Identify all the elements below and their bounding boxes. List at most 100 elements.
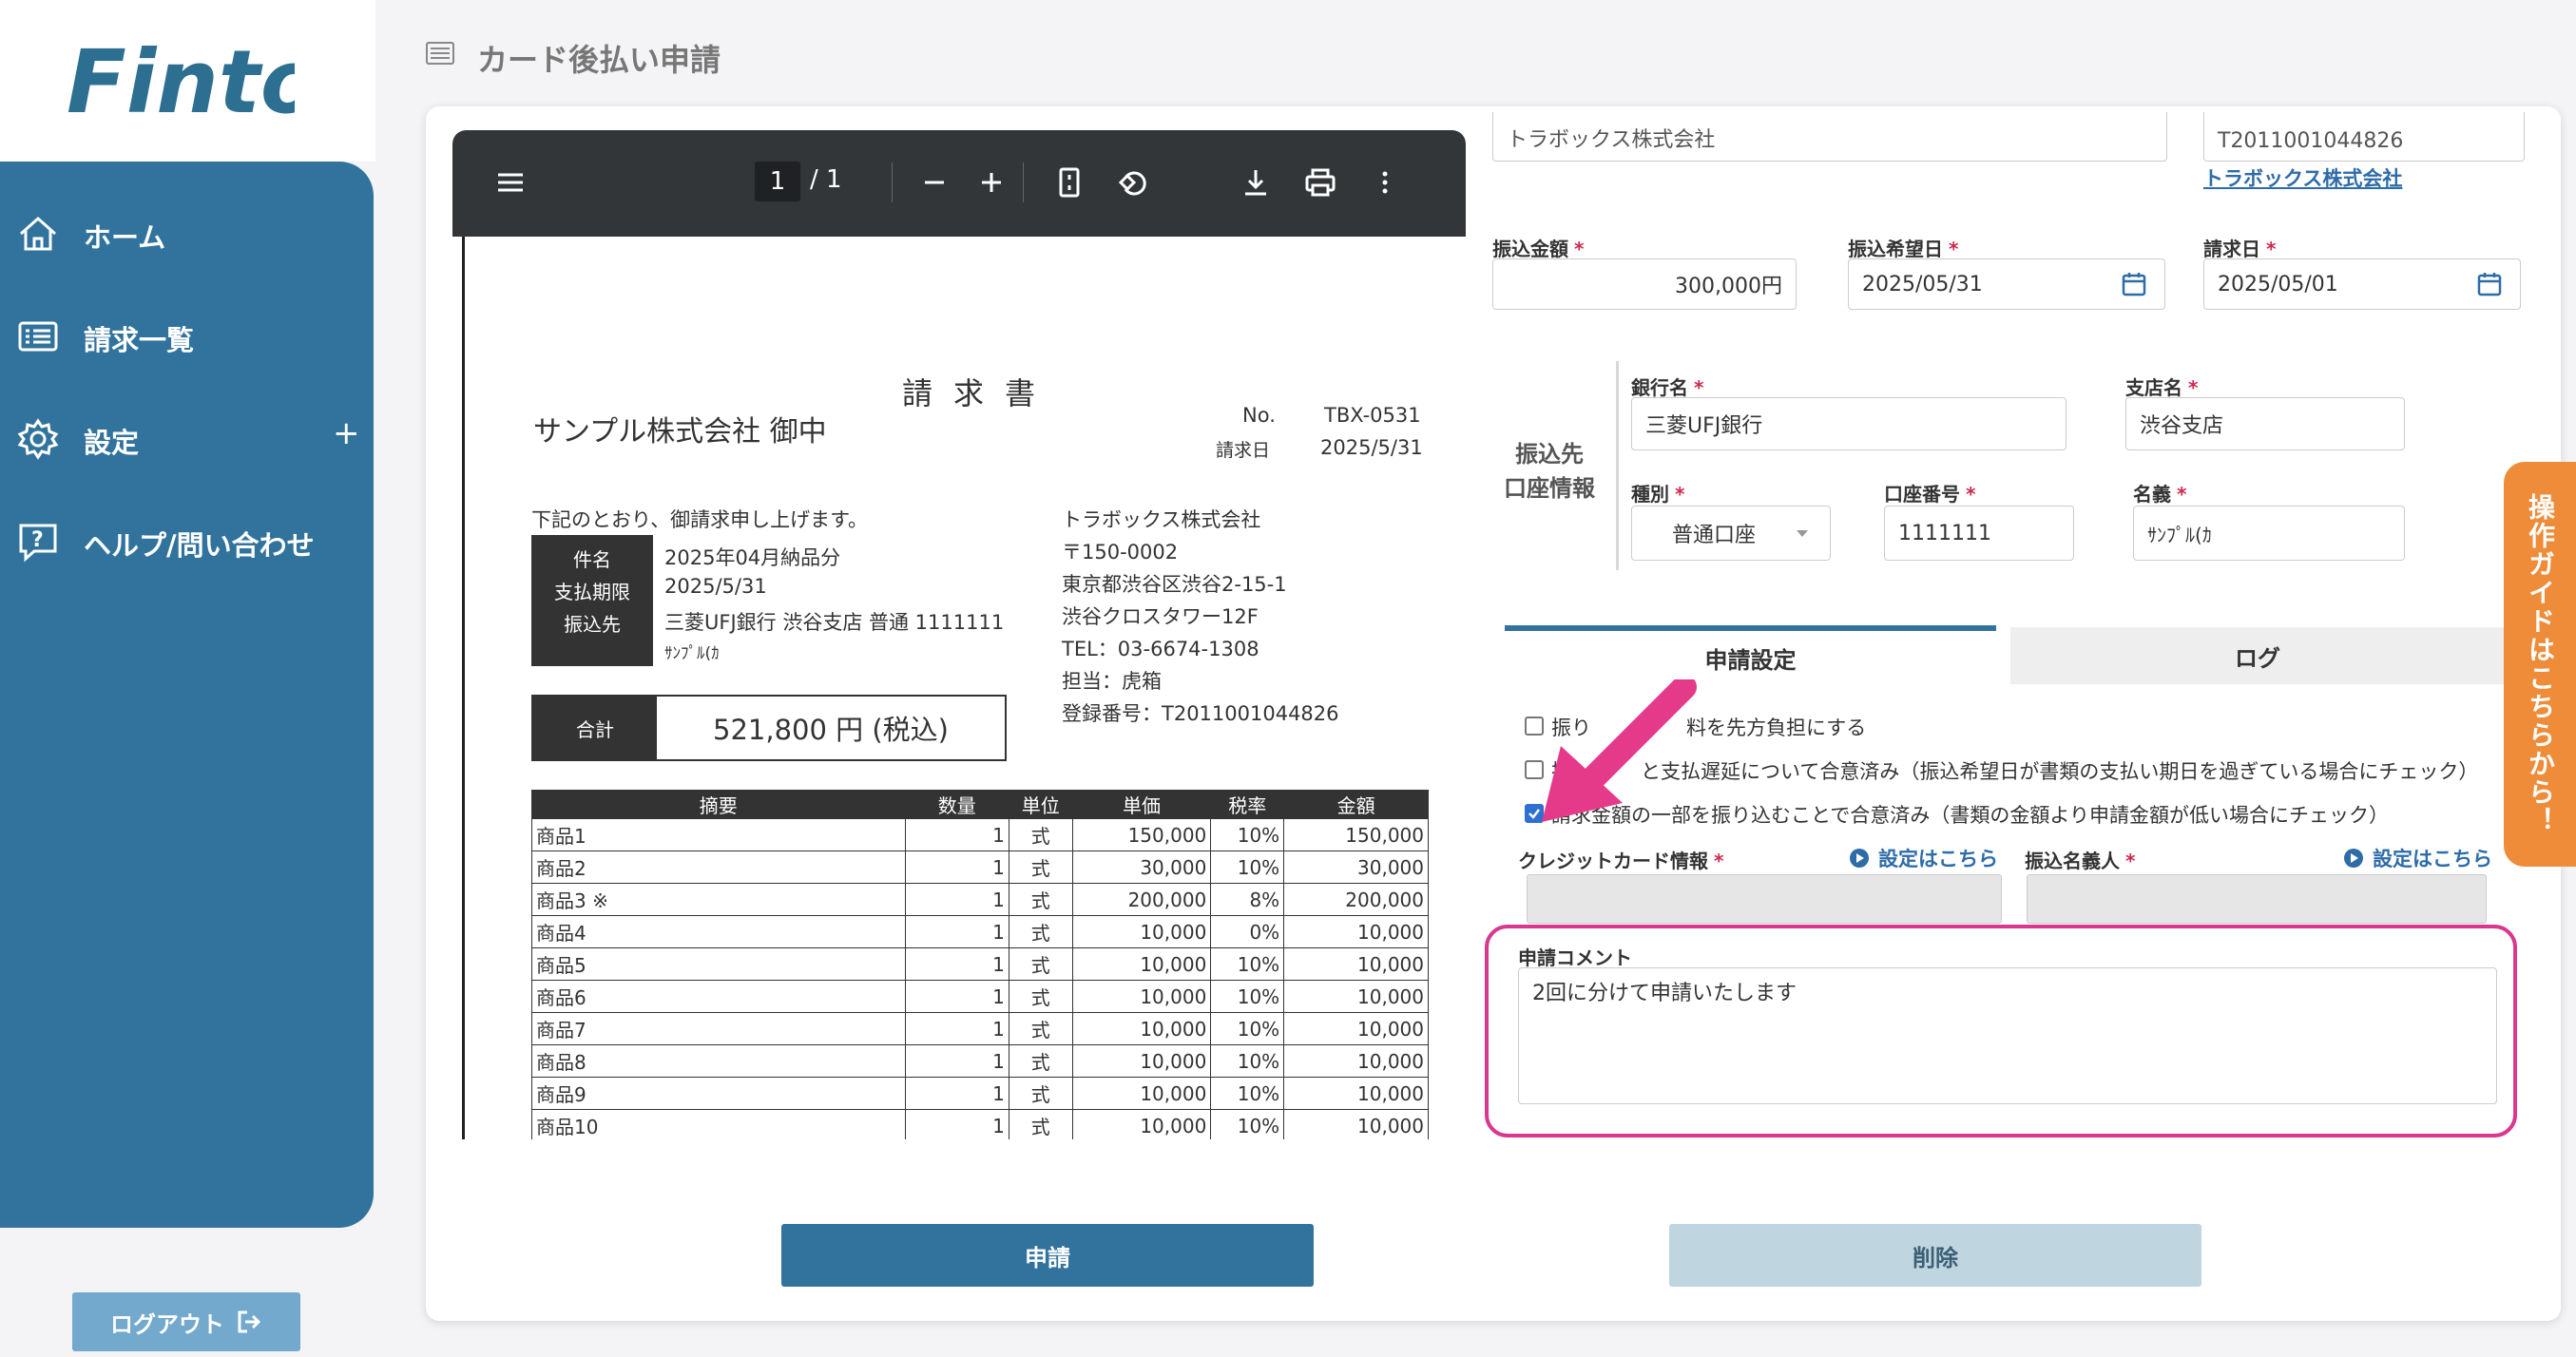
column-header: 摘要 (531, 790, 906, 819)
cell: 商品2 (531, 851, 906, 884)
invoice-recipient: サンプル株式会社 御中 (533, 415, 827, 449)
toolbar-divider (1023, 162, 1024, 202)
gear-icon (17, 418, 59, 460)
logout-button[interactable]: ログアウト (72, 1292, 300, 1351)
print-icon[interactable] (1302, 164, 1338, 201)
more-options-icon[interactable] (1367, 164, 1403, 201)
issuer-line: 登録番号：T2011001044826 (1062, 702, 1339, 725)
cell: 10% (1210, 851, 1285, 884)
cell: 200,000 (1071, 883, 1212, 916)
total-value: 521,800 円 (税込) (713, 714, 949, 746)
branch-label: 支店名 * (2125, 376, 2199, 399)
finto-logo[interactable]: Finto (67, 19, 295, 124)
menu-icon[interactable] (492, 164, 529, 201)
account-type-select[interactable]: 普通口座 (1631, 506, 1831, 561)
bank-input[interactable]: 三菱UFJ銀行 (1631, 397, 2067, 450)
cell: 式 (1008, 1044, 1073, 1078)
table-row: 商品1 1 式 150,000 10% 150,000 (531, 818, 1429, 851)
cell: 1 (904, 818, 1009, 851)
registration-number-field[interactable]: T2011001044826 (2203, 112, 2525, 162)
cell: 商品8 (531, 1044, 906, 1078)
registered-company-link[interactable]: トラボックス株式会社 (2203, 163, 2402, 192)
transfer-name-field[interactable] (2027, 874, 2487, 924)
cell: 200,000 (1283, 883, 1429, 916)
help-icon: ? (19, 524, 57, 563)
sidebar-item-settings[interactable]: 設定 + (0, 405, 374, 471)
cell: 8% (1210, 883, 1285, 916)
table-row: 商品5 1 式 10,000 10% 10,000 (531, 947, 1429, 981)
credit-card-settings-link[interactable]: 設定はこちら (1850, 844, 1998, 872)
account-number-input[interactable]: 1111111 (1884, 506, 2074, 561)
cell: 0% (1210, 915, 1285, 948)
sidebar-item-home[interactable]: ホーム (0, 200, 374, 266)
pdf-viewer[interactable]: 1 / 1 請求書 サンプル株式会社 御中 No. TBX-0531 請求日 2… (452, 130, 1466, 1139)
credit-card-field[interactable] (1527, 874, 2002, 924)
cell: 10,000 (1283, 1044, 1429, 1078)
invoice-date-label: 請求日 (1216, 440, 1271, 461)
account-section-text: 振込先 口座情報 (1504, 441, 1595, 502)
tab-log[interactable]: ログ (2010, 627, 2505, 684)
info-extra: ｻﾝﾌﾟﾙ(ｶ (664, 644, 720, 663)
cell: 1 (904, 1012, 1009, 1045)
page-total: / 1 (810, 165, 842, 194)
cell: 10,000 (1071, 915, 1212, 948)
table-row: 商品3 ※ 1 式 200,000 8% 200,000 (531, 883, 1429, 916)
invoice-date-input[interactable]: 2025/05/01 (2203, 258, 2521, 310)
desired-date-input[interactable]: 2025/05/31 (1848, 258, 2165, 310)
cell: 1 (904, 1077, 1009, 1110)
invoice-title: 請求書 (902, 375, 1057, 411)
comment-textarea[interactable]: 2回に分けて申請いたします (1518, 967, 2497, 1104)
logout-label: ログアウト (110, 1310, 224, 1338)
sidebar-item-invoices[interactable]: 請求一覧 (0, 302, 374, 369)
rotate-icon[interactable] (1116, 164, 1152, 201)
download-icon[interactable] (1238, 164, 1274, 201)
zoom-out-icon[interactable] (916, 164, 952, 201)
logo-area: Finto (0, 0, 375, 162)
account-number-label: 口座番号 * (1884, 483, 1976, 506)
pdf-toolbar: 1 / 1 (452, 130, 1466, 237)
cell: 1 (904, 851, 1009, 884)
zoom-in-icon[interactable] (973, 164, 1009, 201)
cell: 式 (1008, 1012, 1073, 1045)
expand-icon[interactable]: + (333, 414, 360, 452)
branch-input[interactable]: 渋谷支店 (2125, 397, 2405, 450)
logout-icon (238, 1310, 261, 1333)
credit-card-label: クレジットカード情報 * (1518, 850, 1724, 872)
cell: 10,000 (1071, 1012, 1212, 1045)
apply-button[interactable]: 申請 (781, 1224, 1314, 1287)
invoice-no-label: No. (1242, 404, 1276, 427)
calendar-icon[interactable] (2476, 271, 2503, 297)
cell: 10% (1210, 1077, 1285, 1110)
holder-input[interactable]: ｻﾝﾌﾟﾙ(ｶ (2133, 506, 2405, 561)
cell: 10% (1210, 980, 1285, 1013)
amount-input[interactable]: 300,000円 (1492, 258, 1797, 310)
svg-text:Finto: Finto (67, 31, 295, 124)
operation-guide-tab[interactable]: 操作ガイドはこちらから！ (2504, 462, 2576, 867)
payee-name-field[interactable]: トラボックス株式会社 (1492, 112, 2167, 162)
column-header: 数量 (904, 790, 1009, 819)
table-row: 商品8 1 式 10,000 10% 10,000 (531, 1044, 1429, 1078)
delete-button[interactable]: 削除 (1669, 1224, 2201, 1287)
calendar-icon[interactable] (2121, 271, 2147, 297)
cell: 1 (904, 1044, 1009, 1078)
sidebar-item-help[interactable]: ? ヘルプ/問い合わせ (0, 507, 374, 574)
issuer-line: TEL：03-6674-1308 (1062, 638, 1259, 660)
cell: 10,000 (1283, 1109, 1429, 1139)
transfer-name-settings-link[interactable]: 設定はこちら (2344, 844, 2492, 872)
cell: 式 (1008, 1109, 1073, 1139)
tab-settings[interactable]: 申請設定 (1505, 631, 1996, 684)
cell: 商品6 (531, 980, 906, 1013)
invoice-date-value: 2025/5/31 (1320, 436, 1423, 459)
play-icon (2344, 849, 2363, 868)
page-number-input[interactable]: 1 (755, 162, 800, 201)
invoice-info-labels: 件名 支払期限 振込先 (531, 535, 653, 666)
cell: 10% (1210, 1109, 1285, 1139)
info-value: 2025年04月納品分 (664, 546, 841, 569)
cell: 10,000 (1071, 980, 1212, 1013)
invoice-intro: 下記のとおり、御請求申し上げます。 (531, 508, 869, 531)
cell: 商品9 (531, 1077, 906, 1110)
info-label: 支払期限 (554, 581, 630, 603)
fit-page-icon[interactable] (1051, 164, 1087, 201)
toolbar-divider (892, 162, 893, 202)
column-header: 税率 (1210, 790, 1285, 819)
